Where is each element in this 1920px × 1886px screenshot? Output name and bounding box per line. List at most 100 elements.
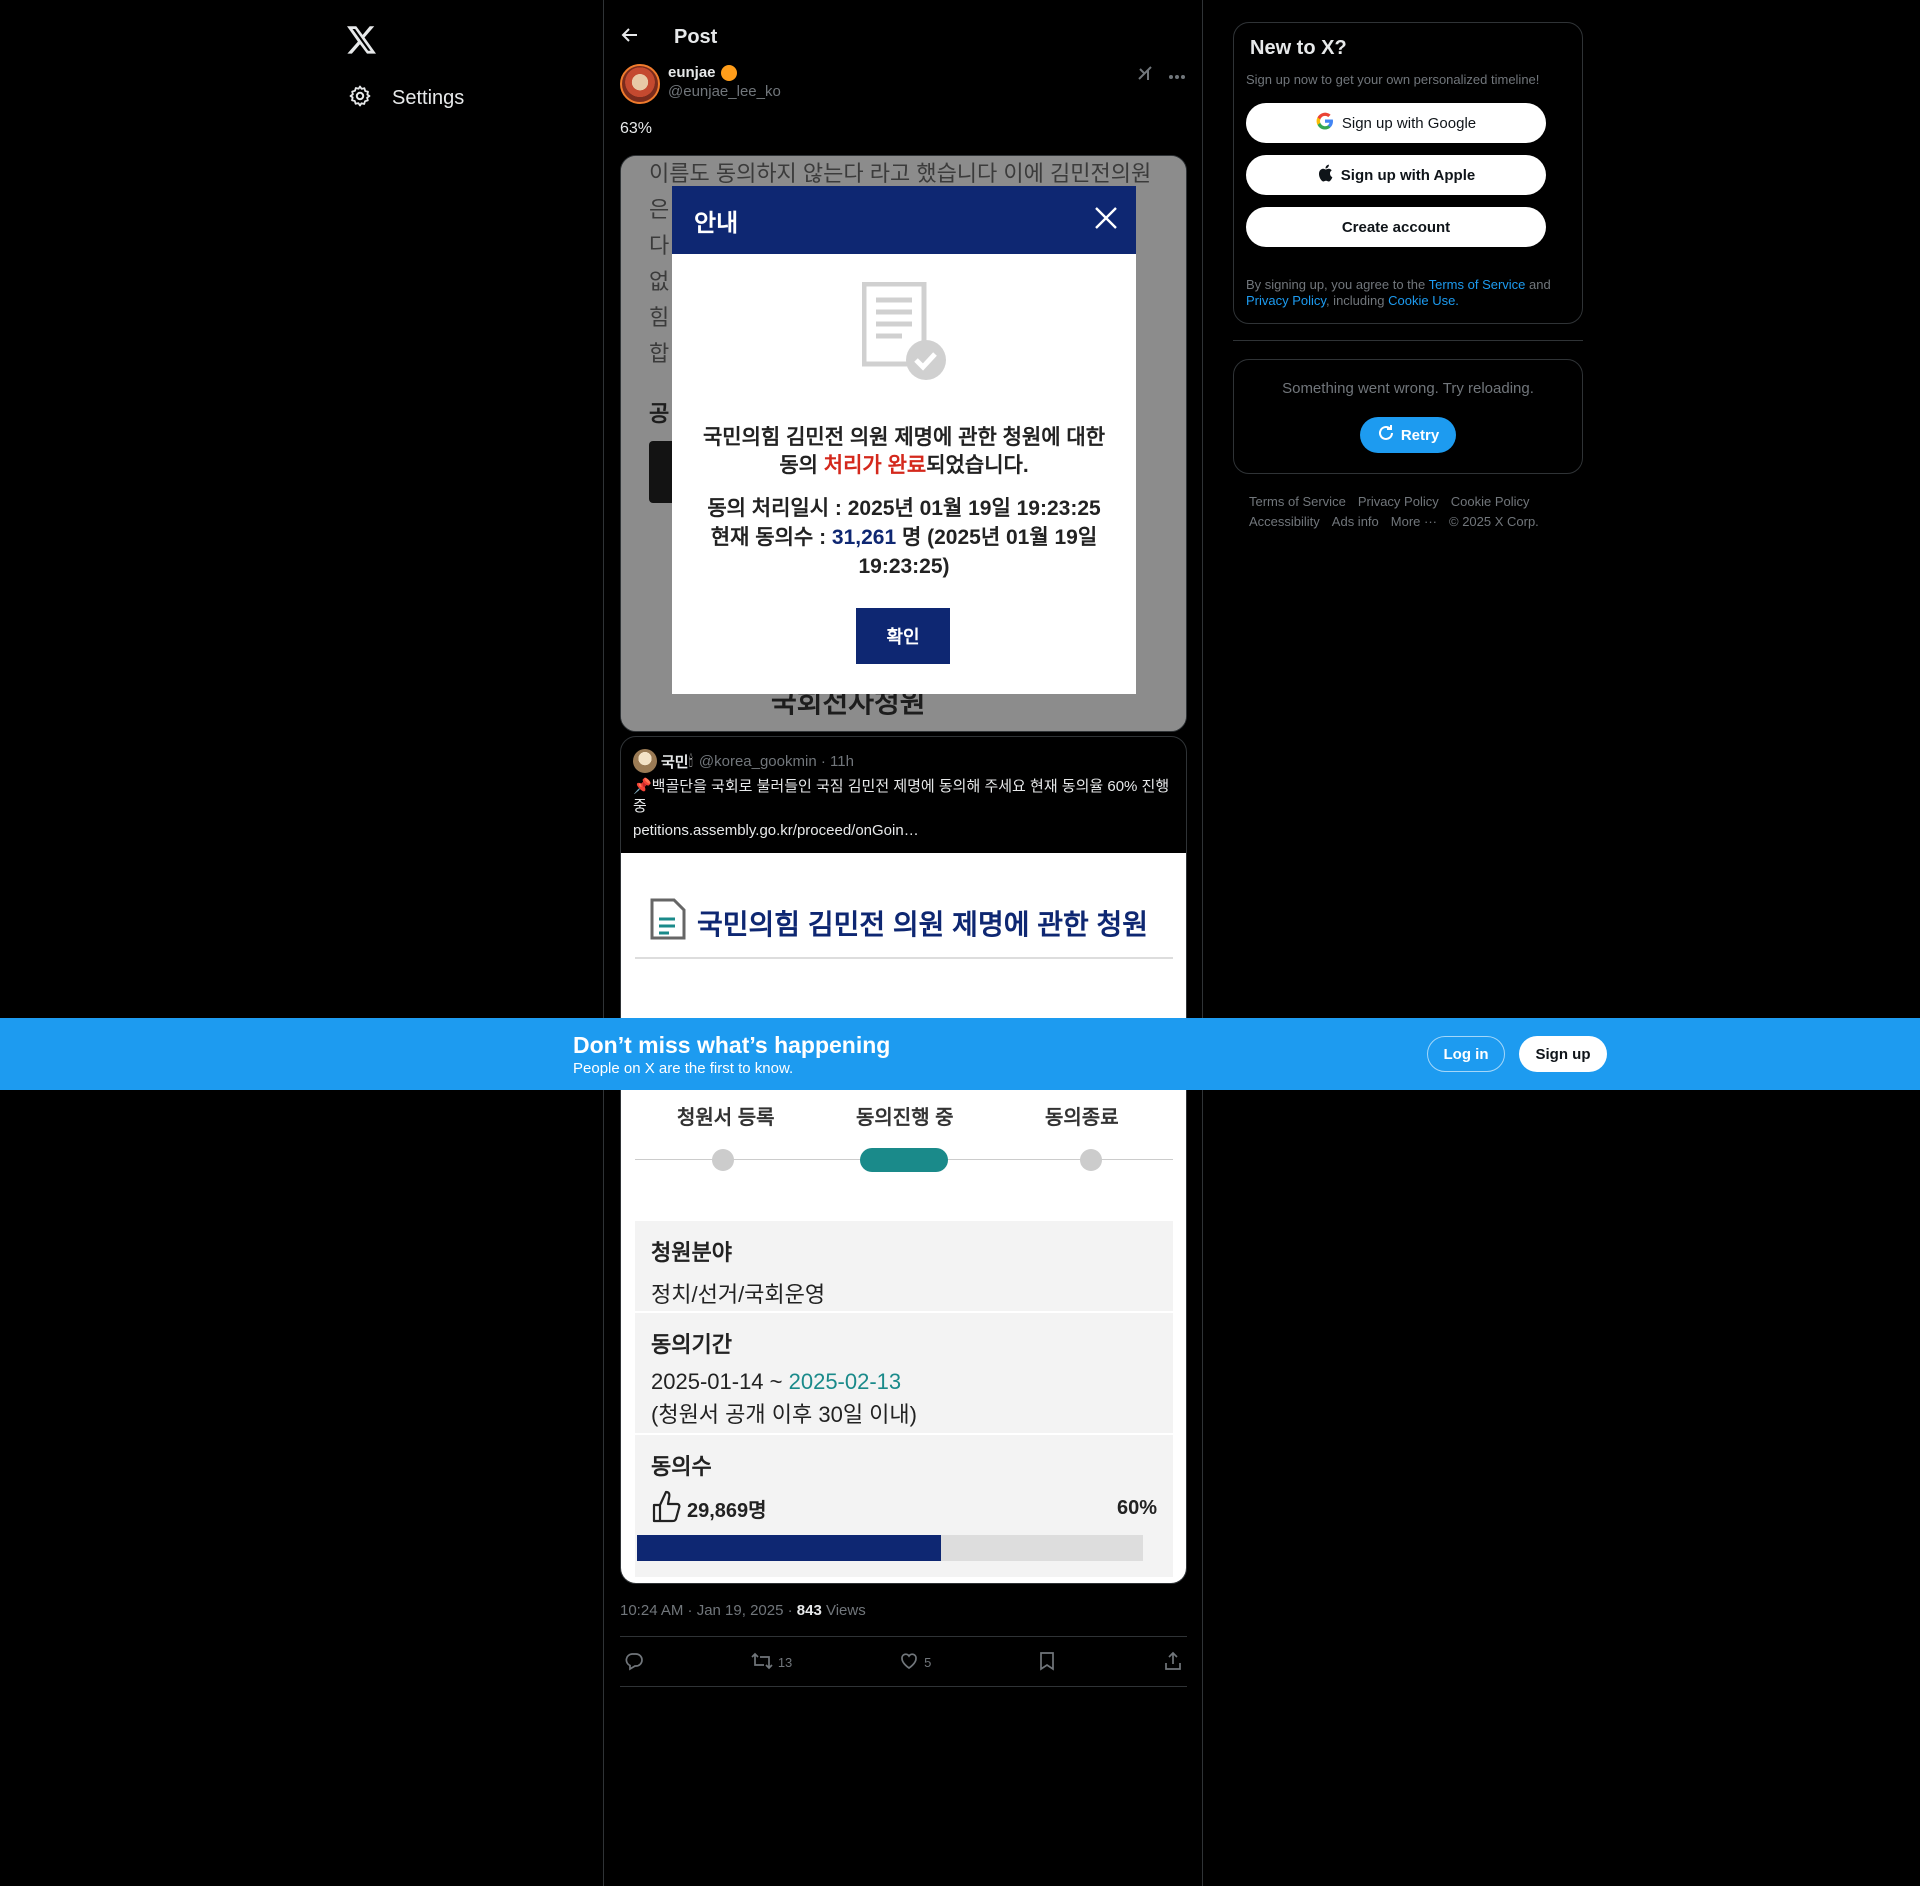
bookmark-button[interactable] bbox=[1038, 1651, 1056, 1674]
reply-icon bbox=[624, 1651, 644, 1674]
signup-title: New to X? bbox=[1250, 37, 1347, 59]
legal-and: and bbox=[1525, 277, 1551, 292]
quote-avatar bbox=[633, 749, 657, 773]
step-in-progress: 동의진행 중 bbox=[856, 1107, 954, 1129]
footer-ads-info[interactable]: Ads info bbox=[1332, 514, 1379, 529]
count-value: 29,869명 bbox=[687, 1500, 767, 1522]
modal-count-value: 31,261 bbox=[831, 526, 897, 549]
bookmark-icon bbox=[1038, 1651, 1056, 1674]
timestamp-text[interactable]: 10:24 AM · Jan 19, 2025 · bbox=[620, 1602, 797, 1619]
close-icon bbox=[1094, 206, 1118, 235]
modal-count-prefix: 현재 동의수 : bbox=[710, 526, 832, 549]
back-arrow-icon[interactable] bbox=[620, 25, 640, 50]
post-media-image[interactable]: 이름도 동의하지 않는다 라고 했습니다 이에 김민전의원 은 다 없 힘 합 … bbox=[620, 155, 1187, 732]
actions-divider-top bbox=[620, 1636, 1187, 1637]
thumbs-up-icon bbox=[651, 1489, 681, 1528]
footer-accessibility[interactable]: Accessibility bbox=[1249, 514, 1320, 529]
footer-cookie[interactable]: Cookie Policy bbox=[1451, 494, 1530, 509]
field-value: 정치/선거/국회운영 bbox=[651, 1282, 826, 1307]
page-title: Post bbox=[674, 25, 718, 48]
sidebar-separator bbox=[1233, 340, 1583, 341]
step-registered: 청원서 등록 bbox=[677, 1107, 775, 1129]
post-actions: 13 5 bbox=[620, 1638, 1187, 1686]
apple-signup-button[interactable]: Sign up with Apple bbox=[1246, 155, 1546, 195]
terms-link[interactable]: Terms of Service bbox=[1429, 277, 1526, 292]
post-column: Post eunjae @eunjae_lee_ko 63% 이름도 동의하지 … bbox=[603, 0, 1203, 1886]
post-timestamp: 10:24 AM · Jan 19, 2025 · 843 Views bbox=[620, 1602, 866, 1619]
author-handle[interactable]: @eunjae_lee_ko bbox=[668, 83, 781, 100]
share-icon bbox=[1163, 1651, 1183, 1674]
title-divider bbox=[635, 957, 1173, 959]
heart-icon bbox=[899, 1651, 919, 1674]
orange-emoji-icon bbox=[720, 64, 737, 81]
like-button[interactable]: 5 bbox=[899, 1651, 931, 1674]
modal-processed-time: 동의 처리일시 : 2025년 01월 19일 19:23:25 bbox=[707, 497, 1101, 520]
footer-terms[interactable]: Terms of Service bbox=[1249, 494, 1346, 509]
info-period: 동의기간 2025-01-14 ~ 2025-02-13 (청원서 공개 이후 … bbox=[635, 1313, 1173, 1433]
nav-settings-label: Settings bbox=[392, 86, 465, 109]
quote-header: 국민 🕯 @korea_gookmin · 11h bbox=[621, 737, 1186, 773]
repost-button[interactable]: 13 bbox=[751, 1651, 792, 1674]
banner-title: Don’t miss what’s happening bbox=[573, 1032, 891, 1058]
document-check-icon bbox=[861, 281, 948, 387]
reply-button[interactable] bbox=[624, 1651, 644, 1674]
count-percent: 60% bbox=[1116, 1497, 1157, 1519]
post-author[interactable]: eunjae @eunjae_lee_ko bbox=[620, 64, 781, 104]
privacy-link[interactable]: Privacy Policy bbox=[1246, 293, 1326, 308]
document-icon bbox=[649, 897, 687, 948]
signup-card: New to X? Sign up now to get your own pe… bbox=[1233, 22, 1583, 324]
apple-icon bbox=[1317, 164, 1333, 186]
footer-copyright: © 2025 X Corp. bbox=[1449, 514, 1539, 529]
nav-settings[interactable]: Settings bbox=[340, 78, 590, 118]
more-options-icon[interactable] bbox=[1168, 67, 1186, 85]
error-card: Something went wrong. Try reloading. Ret… bbox=[1233, 359, 1583, 474]
info-field: 청원분야 정치/선거/국회운영 bbox=[635, 1221, 1173, 1311]
actions-divider-bottom bbox=[620, 1686, 1187, 1687]
candle-emoji-icon: 🕯 bbox=[688, 752, 693, 770]
legal-including: , including bbox=[1325, 293, 1389, 308]
signup-banner: Don’t miss what’s happening People on X … bbox=[0, 1018, 1920, 1090]
step-dot bbox=[712, 1149, 734, 1171]
modal-title: 안내 bbox=[694, 209, 739, 237]
x-logo-icon[interactable] bbox=[340, 18, 384, 62]
notice-modal: 안내 국민의힘 김민전 의원 제명에 관한 청원에 대한 동의 처리가 완료되었… bbox=[672, 186, 1136, 694]
progress-fill bbox=[637, 1535, 941, 1561]
quote-author-name: 국민 bbox=[661, 753, 689, 771]
quoted-post[interactable]: 국민 🕯 @korea_gookmin · 11h 📌백골단을 국회로 불러들인… bbox=[620, 736, 1187, 1584]
footer-links: Terms of Service Privacy Policy Cookie Pol… bbox=[1233, 492, 1583, 532]
signup-button[interactable]: Sign up bbox=[1519, 1036, 1607, 1072]
step-dot bbox=[1080, 1149, 1102, 1171]
cookie-link[interactable]: Cookie Use. bbox=[1388, 293, 1459, 308]
footer-privacy[interactable]: Privacy Policy bbox=[1358, 494, 1439, 509]
progress-bar bbox=[637, 1535, 1143, 1561]
login-button[interactable]: Log in bbox=[1427, 1036, 1505, 1072]
count-left: 29,869명 bbox=[651, 1489, 767, 1528]
author-name[interactable]: eunjae bbox=[668, 64, 716, 81]
like-count: 5 bbox=[924, 1654, 932, 1670]
repost-count: 13 bbox=[777, 1654, 793, 1670]
create-account-button[interactable]: Create account bbox=[1246, 207, 1546, 247]
refresh-icon bbox=[1377, 424, 1395, 446]
google-signup-label: Sign up with Google bbox=[1341, 114, 1477, 132]
modal-message-part2: 되었습니다. bbox=[926, 454, 1029, 477]
google-signup-button[interactable]: Sign up with Google bbox=[1246, 103, 1546, 143]
period-label: 동의기간 bbox=[651, 1332, 732, 1357]
field-label: 청원분야 bbox=[651, 1240, 732, 1265]
views-label: Views bbox=[821, 1602, 866, 1619]
left-nav: Settings bbox=[340, 18, 590, 118]
modal-count-line: 현재 동의수 : 31,261 명 (2025년 01월 19일 19:23:2… bbox=[690, 523, 1118, 581]
signup-subtitle: Sign up now to get your own personalized… bbox=[1246, 72, 1540, 87]
avatar[interactable] bbox=[620, 64, 660, 104]
share-button[interactable] bbox=[1163, 1651, 1183, 1674]
footer-more[interactable]: More ··· bbox=[1391, 514, 1437, 529]
retry-label: Retry bbox=[1400, 426, 1440, 444]
repost-icon bbox=[751, 1651, 773, 1674]
period-value: 2025-01-14 ~ 2025-02-13 bbox=[651, 1369, 1157, 1395]
step-active-pill bbox=[860, 1148, 948, 1172]
retry-button[interactable]: Retry bbox=[1360, 417, 1456, 453]
confirm-button: 확인 bbox=[856, 608, 950, 664]
grok-icon[interactable] bbox=[1136, 64, 1154, 87]
period-note: (청원서 공개 이후 30일 이내) bbox=[651, 1402, 917, 1427]
modal-message: 국민의힘 김민전 의원 제명에 관한 청원에 대한 동의 처리가 완료되었습니다… bbox=[698, 424, 1110, 480]
quote-image: 국민의힘 김민전 의원 제명에 관한 청원 청원서 등록 동의진행 중 동의종료… bbox=[621, 853, 1186, 1583]
